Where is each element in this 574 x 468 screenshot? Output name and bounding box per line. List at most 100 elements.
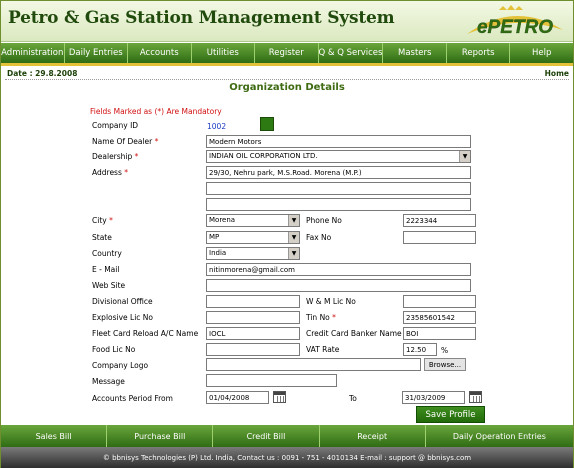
vat-rate-input[interactable]: [403, 343, 437, 356]
phone-input[interactable]: [403, 214, 476, 227]
website-input[interactable]: [206, 279, 471, 292]
dealership-label: Dealership *: [92, 152, 138, 161]
vat-rate-label: VAT Rate: [306, 345, 340, 354]
page-title: Organization Details: [229, 82, 345, 93]
company-id-value: 1002: [207, 122, 227, 131]
required-mark: *: [109, 216, 113, 225]
food-lic-label: Food Lic No: [92, 345, 136, 354]
nav-accent-line: [1, 63, 573, 66]
accounts-period-from-label: Accounts Period From: [92, 394, 173, 403]
email-input[interactable]: [206, 263, 471, 276]
bottom-nav-receipt[interactable]: Receipt: [320, 425, 426, 447]
mandatory-note: Fields Marked as (*) Are Mandatory: [90, 107, 222, 116]
nav-administration[interactable]: Administration: [1, 43, 65, 63]
message-label: Message: [92, 377, 125, 386]
food-lic-input[interactable]: [206, 343, 300, 356]
required-mark: *: [124, 168, 129, 177]
required-mark: *: [154, 137, 159, 146]
epetro-logo: ePETRO: [467, 5, 563, 38]
email-label: E - Mail: [92, 265, 120, 274]
nav-daily-entries[interactable]: Daily Entries: [65, 43, 128, 63]
city-label: City *: [92, 216, 113, 225]
bottom-nav-sales-bill[interactable]: Sales Bill: [1, 425, 108, 447]
divisional-office-input[interactable]: [206, 295, 300, 308]
dealership-label-text: Dealership: [92, 152, 133, 161]
message-input[interactable]: [206, 374, 337, 387]
logo-text: ePETRO: [477, 17, 553, 38]
address-line2-input[interactable]: [206, 182, 471, 195]
period-to-label: To: [349, 394, 357, 403]
dealer-name-label: Name Of Dealer *: [92, 137, 158, 146]
nav-help[interactable]: Help: [510, 43, 573, 63]
nav-reports[interactable]: Reports: [447, 43, 511, 63]
period-to-input[interactable]: [402, 391, 465, 404]
company-logo-file-input[interactable]: [206, 358, 421, 371]
nav-qq-services[interactable]: Q & Q Services: [319, 43, 384, 63]
dealership-value: INDIAN OIL CORPORATION LTD.: [209, 152, 318, 160]
bottom-nav-daily-operation-entries[interactable]: Daily Operation Entries: [426, 425, 573, 447]
state-label: State: [92, 233, 112, 242]
country-value: India: [209, 249, 227, 257]
divider: [5, 79, 569, 80]
state-value: MP: [209, 233, 220, 241]
calendar-icon[interactable]: [273, 391, 286, 403]
credit-card-banker-label: Credit Card Banker Name: [306, 329, 402, 338]
city-value: Morena: [209, 216, 236, 224]
chevron-down-icon: ▼: [288, 232, 299, 243]
city-select[interactable]: Morena ▼: [206, 214, 300, 227]
nav-accounts[interactable]: Accounts: [128, 43, 192, 63]
tin-label: Tin No *: [306, 313, 336, 322]
city-label-text: City: [92, 216, 107, 225]
tin-input[interactable]: [403, 311, 476, 324]
app-window: Petro & Gas Station Management System eP…: [0, 0, 574, 468]
company-lookup-button[interactable]: [260, 117, 274, 131]
save-profile-button[interactable]: Save Profile: [416, 406, 485, 423]
percent-sign: %: [441, 346, 449, 355]
header-banner: Petro & Gas Station Management System eP…: [1, 1, 573, 42]
explosive-lic-label: Explosive Lic No: [92, 313, 154, 322]
browse-button[interactable]: Browse...: [424, 358, 466, 371]
fleet-card-label: Fleet Card Reload A/C Name: [92, 329, 199, 338]
address-line1-input[interactable]: [206, 166, 471, 179]
credit-card-banker-input[interactable]: [403, 327, 476, 340]
fleet-card-input[interactable]: [206, 327, 300, 340]
home-link[interactable]: Home: [545, 69, 569, 78]
nav-utilities[interactable]: Utilities: [192, 43, 255, 63]
dealership-select[interactable]: INDIAN OIL CORPORATION LTD. ▼: [206, 150, 471, 163]
country-select[interactable]: India ▼: [206, 247, 300, 260]
nav-register[interactable]: Register: [255, 43, 319, 63]
wm-lic-input[interactable]: [403, 295, 476, 308]
chevron-down-icon: ▼: [288, 248, 299, 259]
divisional-office-label: Divisional Office: [92, 297, 153, 306]
bottom-nav-purchase-bill[interactable]: Purchase Bill: [107, 425, 214, 447]
address-label: Address *: [92, 168, 128, 177]
calendar-icon[interactable]: [469, 391, 482, 403]
date-display: Date : 29.8.2008: [7, 69, 78, 78]
footer: © bbnisys Technologies (P) Ltd. India, C…: [1, 447, 573, 468]
dealer-name-label-text: Name Of Dealer: [92, 137, 153, 146]
nav-masters[interactable]: Masters: [383, 43, 447, 63]
fax-label: Fax No: [306, 233, 332, 242]
app-title: Petro & Gas Station Management System: [8, 8, 395, 28]
tin-label-text: Tin No: [306, 313, 330, 322]
address-label-text: Address: [92, 168, 122, 177]
explosive-lic-input[interactable]: [206, 311, 300, 324]
bottom-nav-credit-bill[interactable]: Credit Bill: [213, 425, 320, 447]
state-select[interactable]: MP ▼: [206, 231, 300, 244]
company-logo-label: Company Logo: [92, 361, 149, 370]
required-mark: *: [332, 313, 336, 322]
company-id-label: Company ID: [92, 121, 139, 130]
fax-input[interactable]: [403, 231, 476, 244]
dealer-name-input[interactable]: [206, 135, 471, 148]
chevron-down-icon: ▼: [288, 215, 299, 226]
period-from-input[interactable]: [206, 391, 269, 404]
address-line3-input[interactable]: [206, 198, 471, 211]
wm-lic-label: W & M Lic No: [306, 297, 356, 306]
required-mark: *: [134, 152, 139, 161]
chevron-down-icon: ▼: [459, 151, 470, 162]
website-label: Web Site: [92, 281, 126, 290]
main-nav: Administration Daily Entries Accounts Ut…: [1, 43, 573, 63]
phone-label: Phone No: [306, 216, 342, 225]
bottom-nav: Sales Bill Purchase Bill Credit Bill Rec…: [1, 425, 573, 447]
country-label: Country: [92, 249, 122, 258]
